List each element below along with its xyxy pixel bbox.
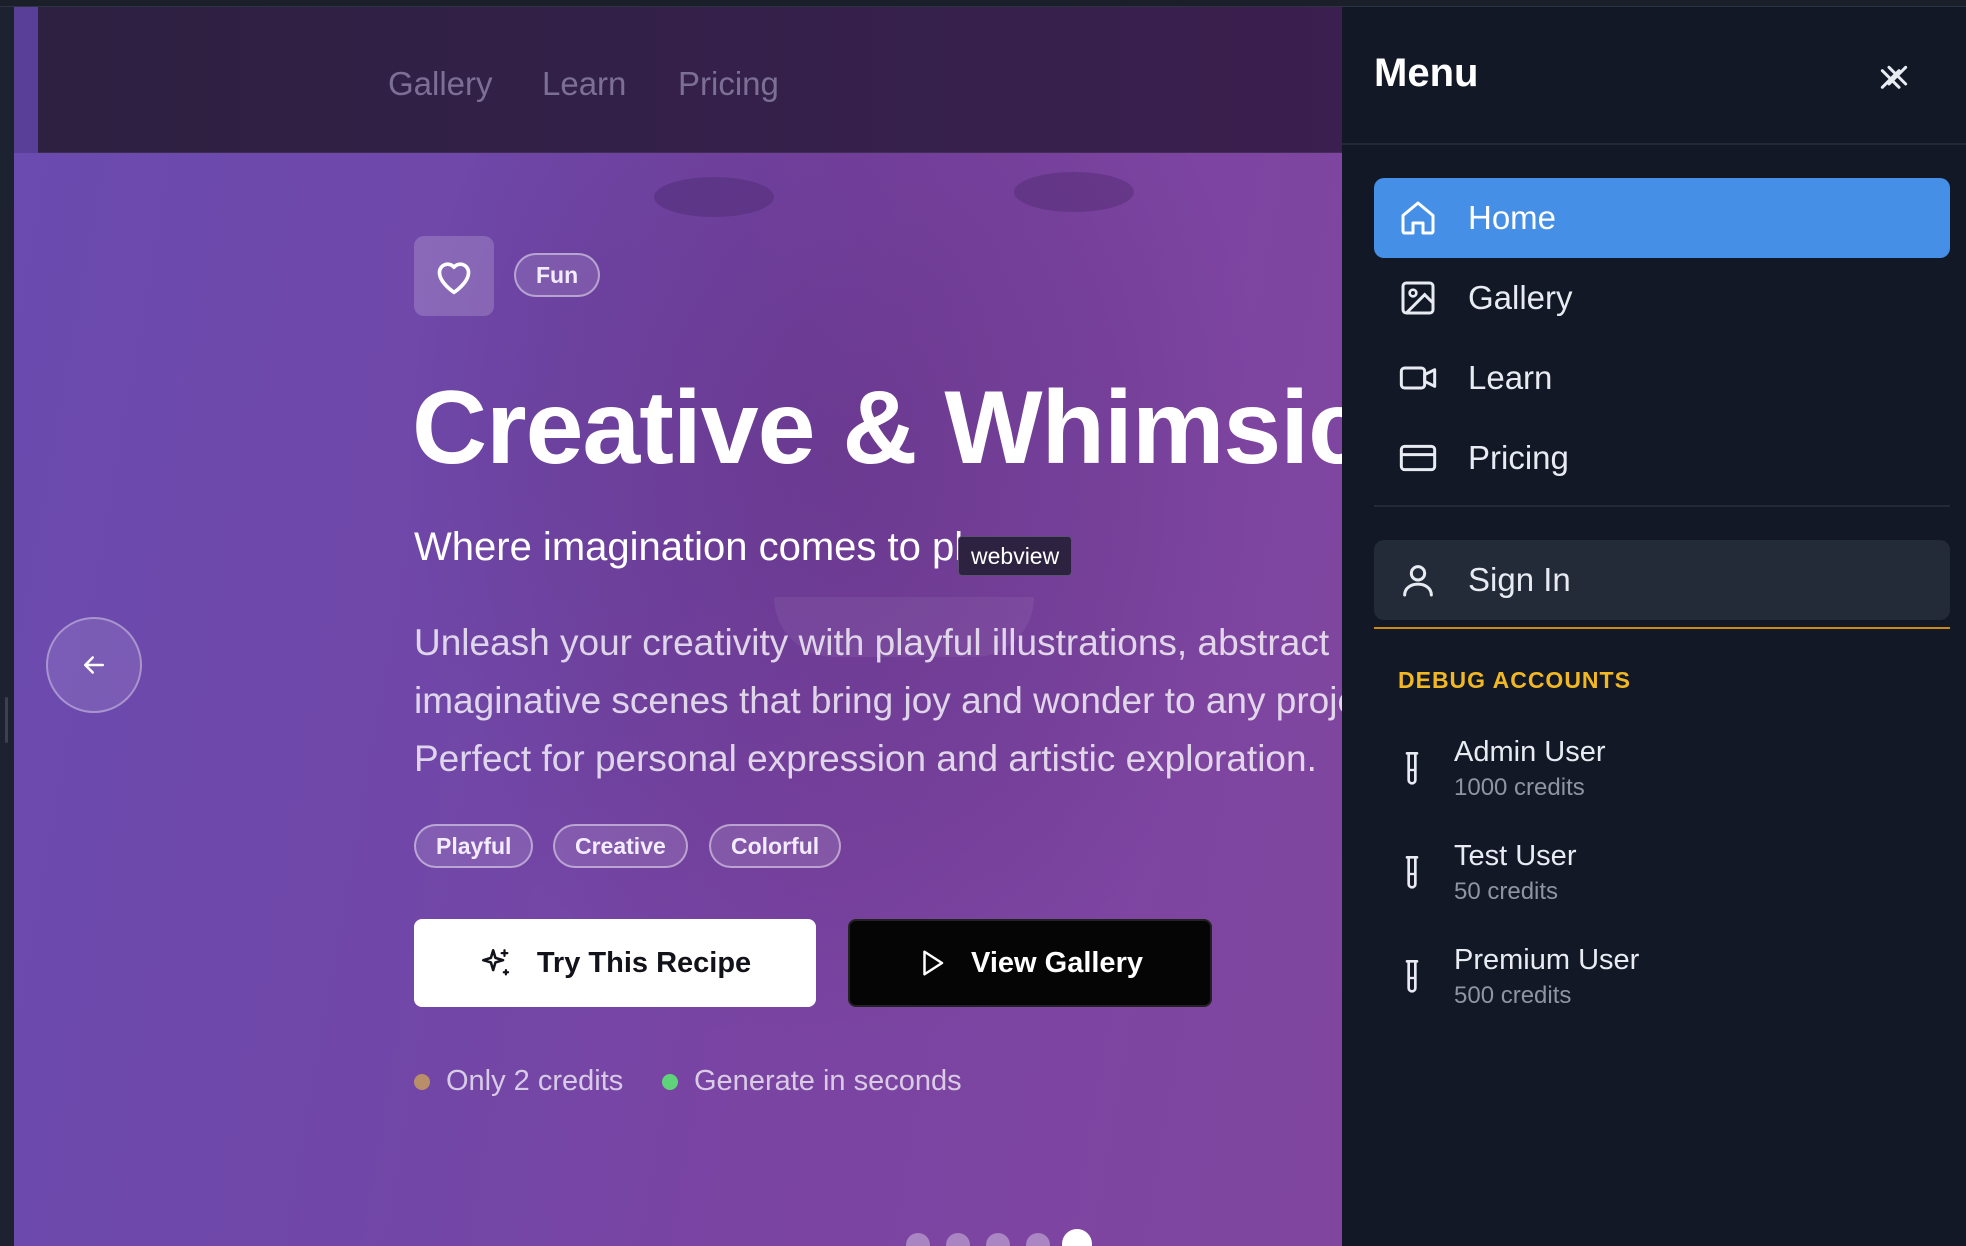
speed-note: Generate in seconds — [662, 1065, 962, 1098]
video-icon — [1399, 366, 1437, 390]
nav-link-learn[interactable]: Learn — [542, 65, 626, 103]
sparkles-icon — [481, 948, 509, 976]
arrow-left-icon — [84, 656, 104, 674]
status-dot — [414, 1073, 430, 1090]
hero-subtitle: Where imagination comes to play — [414, 525, 1006, 569]
nav-link-pricing[interactable]: Pricing — [678, 65, 779, 103]
carousel-dot[interactable] — [906, 1233, 930, 1246]
category-badge: Fun — [514, 253, 601, 297]
close-icon — [1880, 65, 1908, 89]
view-gallery-label: View Gallery — [971, 946, 1143, 979]
debug-accounts-heading: DEBUG ACCOUNTS — [1398, 667, 1631, 693]
account-name: Admin User — [1454, 736, 1606, 768]
try-recipe-button[interactable]: Try This Recipe — [414, 919, 816, 1007]
credits-note: Only 2 credits — [414, 1065, 623, 1098]
hero-section: Gallery Learn Pricing Fun Creative & Whi… — [14, 7, 1342, 1246]
image-icon — [1401, 281, 1435, 315]
home-icon — [1401, 201, 1435, 235]
menu-item-label: Gallery — [1468, 279, 1573, 316]
status-dot — [662, 1073, 678, 1090]
menu-divider — [1374, 505, 1950, 507]
account-credits: 50 credits — [1454, 878, 1559, 905]
credits-text: Only 2 credits — [446, 1065, 624, 1097]
close-menu-button[interactable] — [1874, 59, 1914, 99]
credit-card-icon — [1399, 444, 1437, 472]
hero-title: Creative & Whimsical — [412, 370, 1342, 486]
play-icon — [923, 950, 944, 976]
menu-item-label: Learn — [1468, 359, 1553, 396]
menu-item-label: Home — [1468, 199, 1557, 236]
menu-item-home[interactable]: Home — [1374, 178, 1950, 258]
previous-slide-button[interactable] — [46, 617, 142, 713]
menu-title: Menu — [1374, 51, 1479, 95]
resize-handle[interactable] — [5, 697, 8, 743]
left-gutter — [0, 7, 14, 1246]
sign-in-button[interactable]: Sign In — [1374, 540, 1950, 620]
description-line: imaginative scenes that bring joy and wo… — [414, 680, 1342, 721]
app-window: Gallery Learn Pricing Fun Creative & Whi… — [0, 0, 1966, 1246]
side-menu: Menu Home Gallery Learn Pricing Sign In — [1342, 7, 1966, 1246]
carousel-dot[interactable] — [1026, 1233, 1050, 1246]
account-name: Test User — [1454, 840, 1577, 872]
tag-colorful[interactable]: Colorful — [709, 824, 842, 868]
account-credits: 1000 credits — [1454, 774, 1585, 801]
nav-link-gallery[interactable]: Gallery — [388, 65, 493, 103]
description-line: Perfect for personal expression and arti… — [414, 738, 1317, 779]
user-icon — [1403, 565, 1433, 597]
account-credits: 500 credits — [1454, 982, 1572, 1009]
menu-header: Menu — [1342, 7, 1966, 145]
menu-item-pricing[interactable]: Pricing — [1374, 418, 1950, 498]
carousel-dot[interactable] — [946, 1233, 970, 1246]
navbar-accent — [14, 7, 38, 153]
portrait-detail — [654, 177, 774, 217]
debug-divider — [1374, 627, 1950, 629]
heart-icon — [437, 262, 471, 295]
sign-in-label: Sign In — [1468, 561, 1571, 598]
menu-item-gallery[interactable]: Gallery — [1374, 258, 1950, 338]
portrait-detail — [1014, 172, 1134, 212]
tag-creative[interactable]: Creative — [553, 824, 688, 868]
top-navbar: Gallery Learn Pricing — [14, 7, 1342, 153]
tag-playful[interactable]: Playful — [414, 824, 534, 868]
hero-description: Unleash your creativity with playful ill… — [414, 614, 1342, 788]
favorite-button[interactable] — [414, 236, 494, 316]
webview-tooltip: webview — [958, 536, 1073, 576]
debug-account-test[interactable]: Test User 50 credits — [1398, 834, 1938, 914]
carousel-dot-active[interactable] — [1062, 1229, 1092, 1246]
try-recipe-label: Try This Recipe — [536, 946, 752, 979]
description-line: Unleash your creativity with playful ill… — [414, 622, 1330, 663]
account-name: Premium User — [1454, 944, 1640, 976]
menu-item-label: Pricing — [1468, 439, 1569, 476]
test-tube-icon — [1405, 960, 1419, 993]
test-tube-icon — [1405, 752, 1419, 785]
debug-account-premium[interactable]: Premium User 500 credits — [1398, 938, 1938, 1018]
view-gallery-button[interactable]: View Gallery — [848, 919, 1212, 1007]
speed-text: Generate in seconds — [694, 1065, 962, 1097]
menu-item-learn[interactable]: Learn — [1374, 338, 1950, 418]
window-top-bar — [0, 0, 1966, 7]
carousel-dot[interactable] — [986, 1233, 1010, 1246]
debug-account-admin[interactable]: Admin User 1000 credits — [1398, 730, 1938, 810]
test-tube-icon — [1405, 856, 1419, 889]
